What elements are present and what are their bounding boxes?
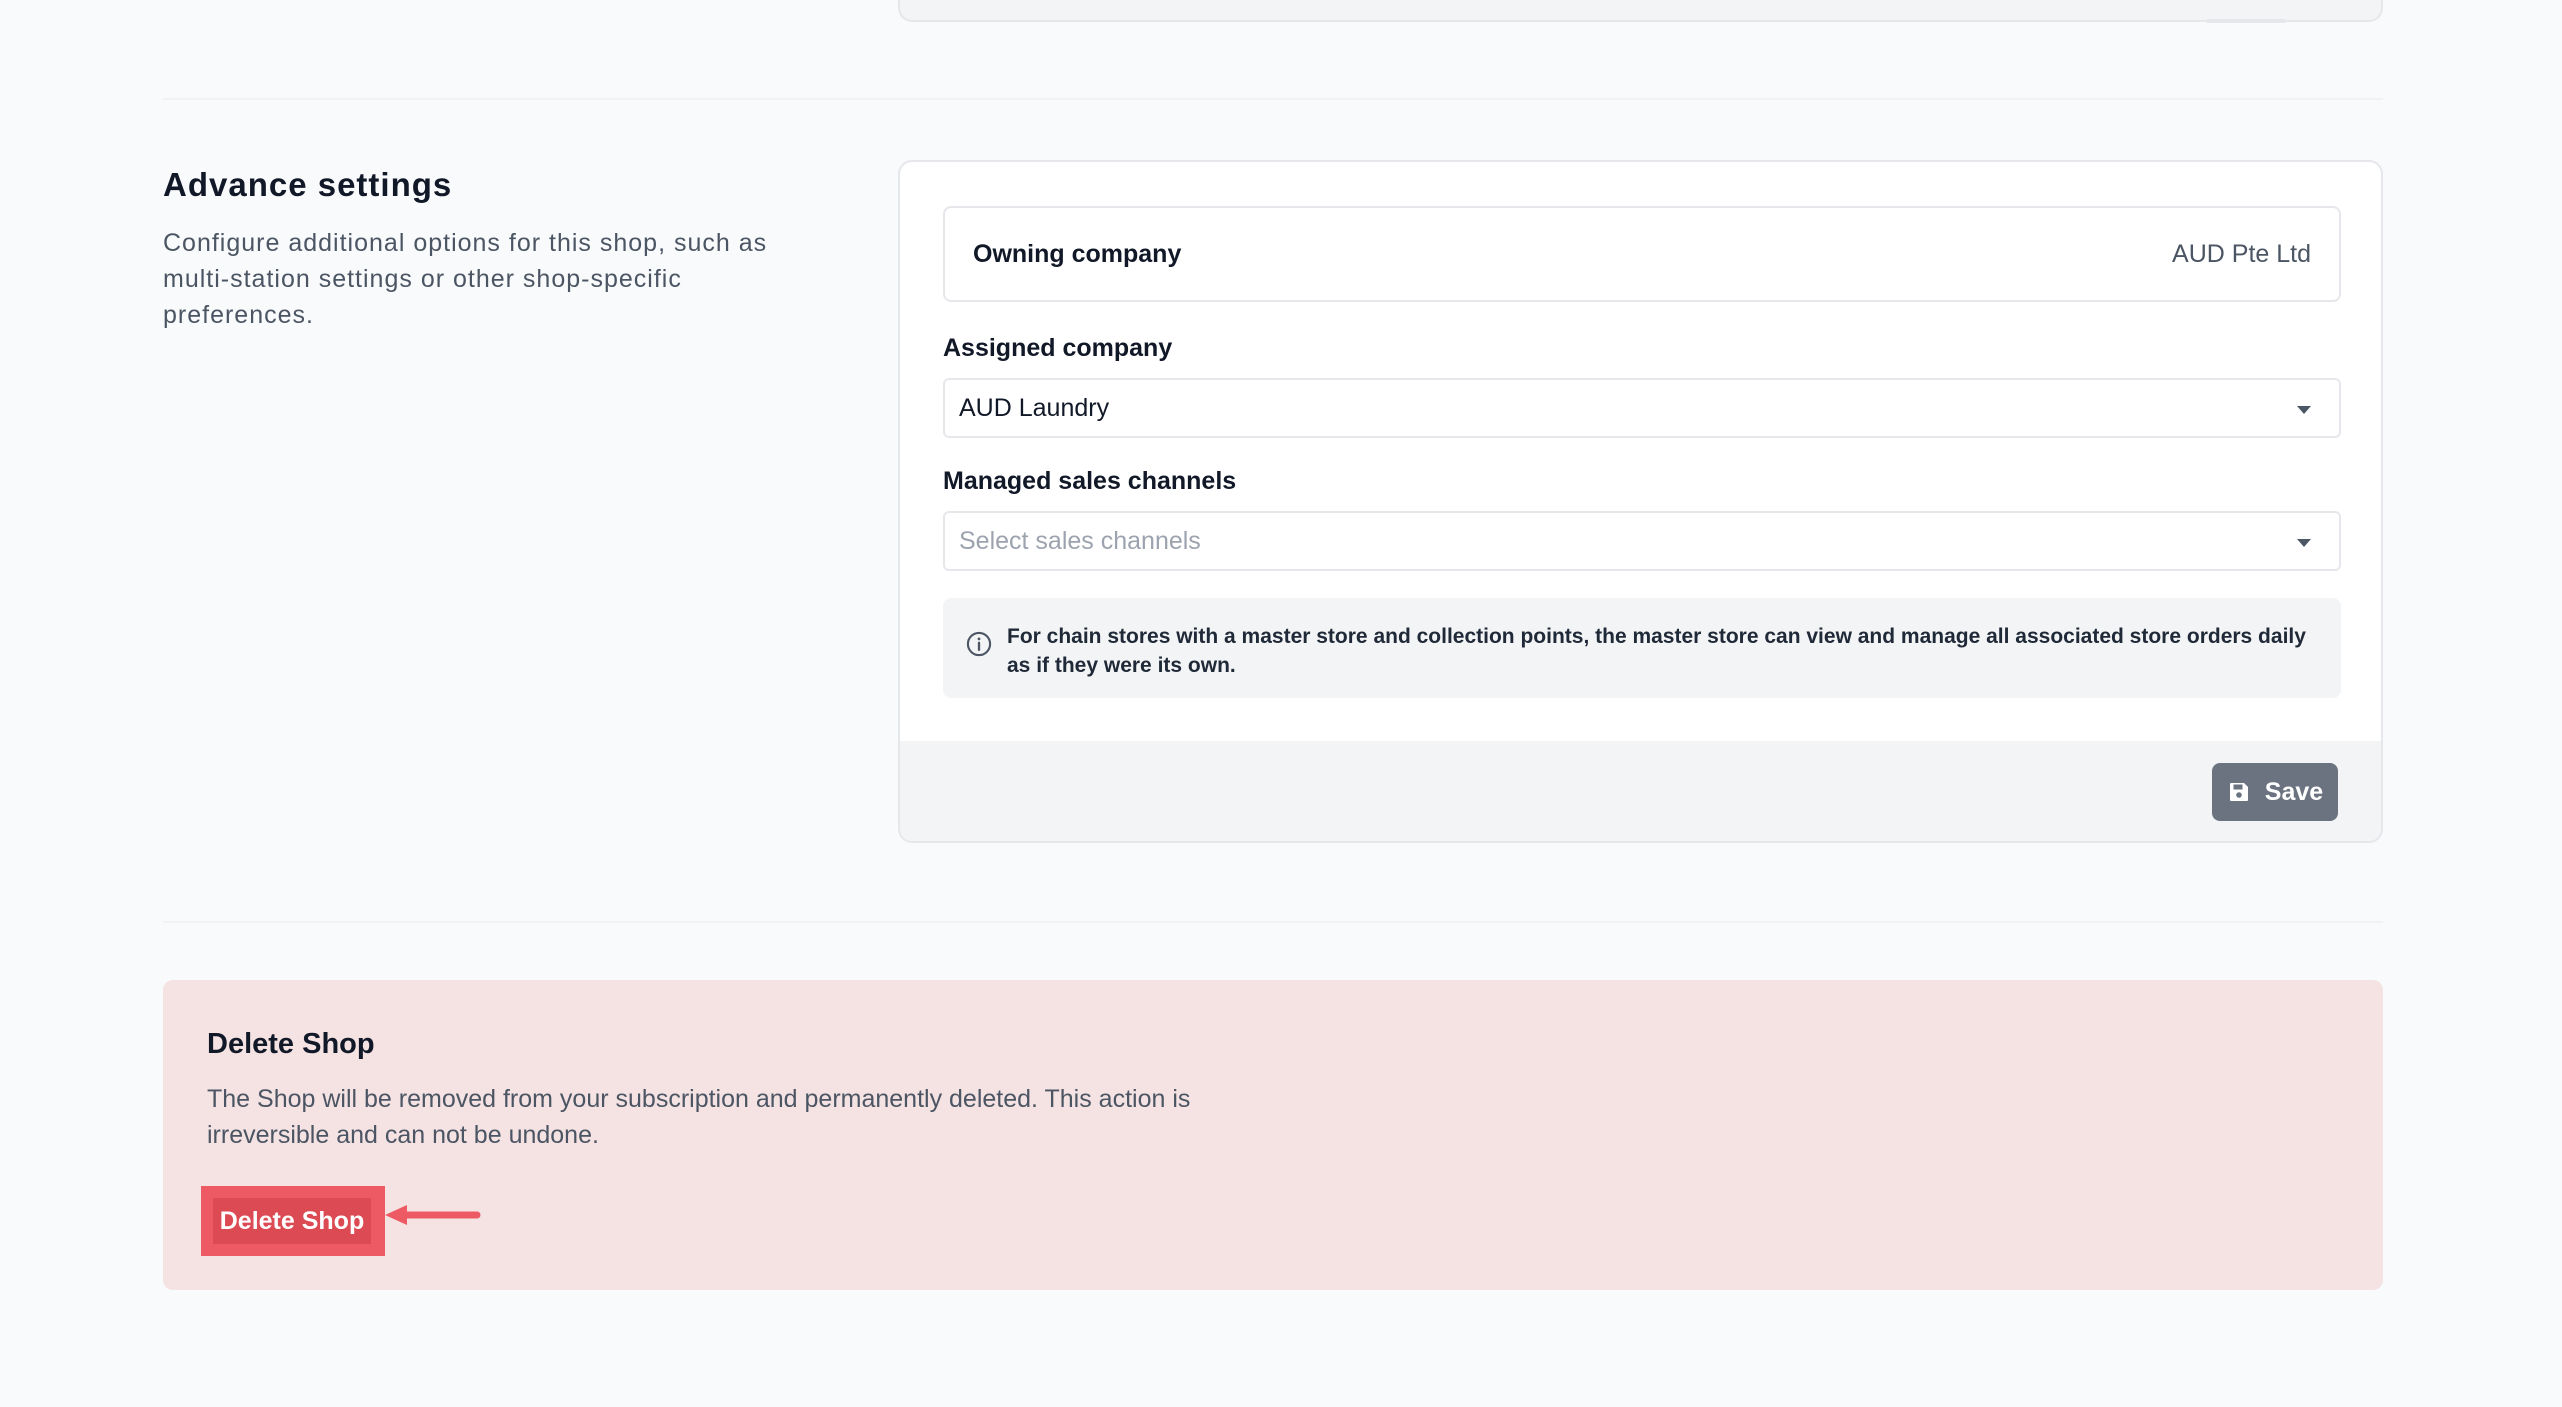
- sales-channels-placeholder: Select sales channels: [959, 526, 1201, 555]
- previous-card-button-edge: [2206, 19, 2286, 23]
- section-divider: [163, 98, 2383, 100]
- owning-company-row: Owning company AUD Pte Ltd: [943, 206, 2341, 302]
- delete-shop-description: The Shop will be removed from your subsc…: [207, 1085, 1191, 1149]
- card-footer: Save: [900, 741, 2381, 841]
- save-button-label: Save: [2264, 777, 2324, 806]
- caret-down-icon: [2297, 406, 2311, 414]
- save-button[interactable]: Save: [2212, 763, 2338, 821]
- chain-store-info-text: For chain stores with a master store and…: [1007, 625, 2306, 677]
- advance-settings-description: Configure additional options for this sh…: [163, 229, 768, 329]
- arrow-left-icon: [385, 1205, 481, 1225]
- delete-shop-highlight: Delete Shop: [201, 1186, 385, 1256]
- floppy-disk-icon: [2229, 783, 2248, 801]
- info-circle-icon: [966, 631, 992, 657]
- managed-sales-channels-label: Managed sales channels: [943, 467, 1237, 495]
- previous-settings-card: [898, 0, 2383, 23]
- delete-shop-title: Delete Shop: [207, 1028, 375, 1060]
- delete-shop-button[interactable]: Delete Shop: [213, 1198, 371, 1244]
- delete-shop-panel: Delete Shop The Shop will be removed fro…: [163, 980, 2383, 1290]
- advance-settings-title: Advance settings: [163, 166, 453, 203]
- chain-store-info-box: For chain stores with a master store and…: [943, 598, 2341, 698]
- caret-down-icon: [2297, 539, 2311, 547]
- owning-company-value: AUD Pte Ltd: [2172, 239, 2311, 268]
- advance-settings-card: Owning company AUD Pte Ltd Assigned comp…: [898, 160, 2383, 843]
- owning-company-label: Owning company: [973, 239, 1182, 268]
- assigned-company-label: Assigned company: [943, 334, 1173, 362]
- shop-settings-page: Advance settings Configure additional op…: [0, 0, 2562, 1407]
- managed-sales-channels-select[interactable]: Select sales channels: [943, 511, 2341, 571]
- section-divider: [163, 921, 2383, 923]
- assigned-company-value: AUD Laundry: [959, 393, 1110, 422]
- assigned-company-select[interactable]: AUD Laundry: [943, 378, 2341, 438]
